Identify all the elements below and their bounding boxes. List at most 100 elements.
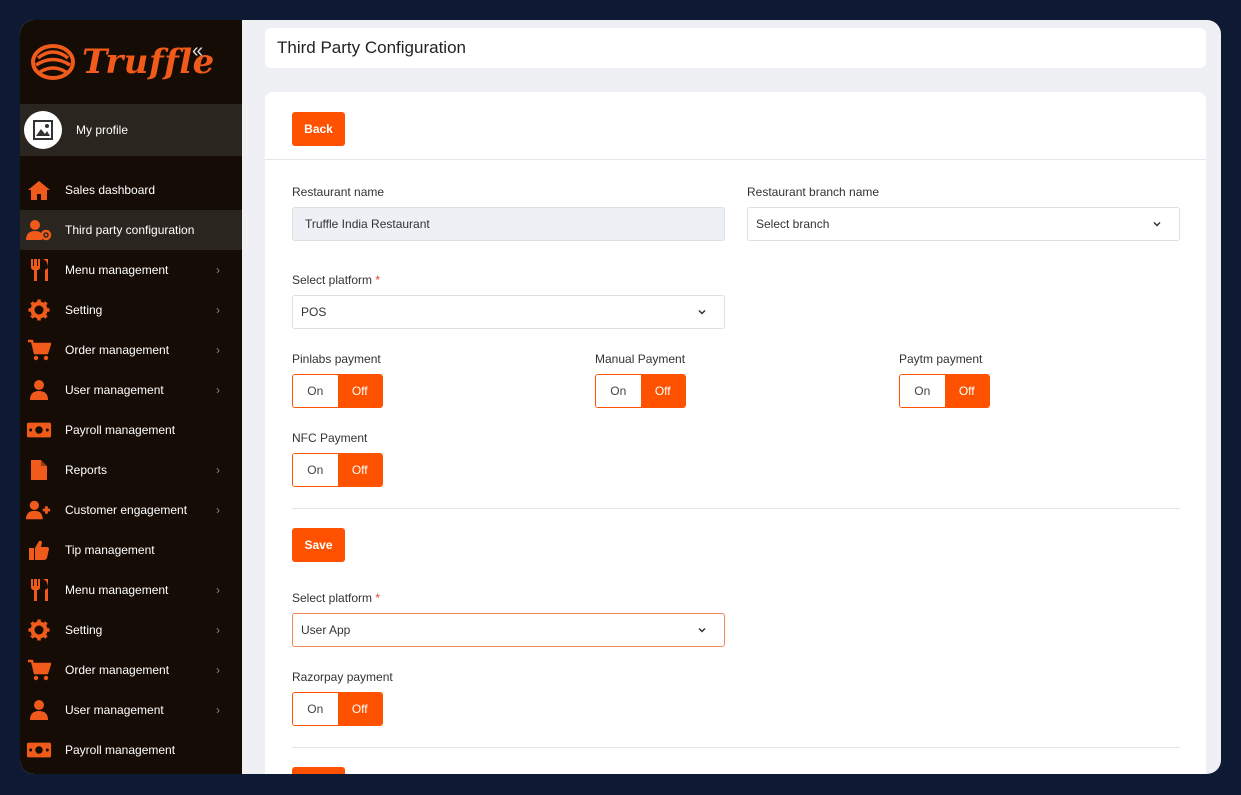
platform-label-text: Select platform xyxy=(292,273,373,287)
platform-value-2: User App xyxy=(301,623,351,637)
sidebar-item-payroll-management[interactable]: Payroll management xyxy=(20,730,242,770)
paytm-on-option[interactable]: On xyxy=(900,375,945,407)
manual-payment-label: Manual Payment xyxy=(595,352,686,366)
config-card: Back Restaurant name Truffle India Resta… xyxy=(265,92,1206,774)
platform-label-2: Select platform * xyxy=(292,591,380,605)
branch-select[interactable]: Select branch xyxy=(747,207,1180,241)
user-gear-icon xyxy=(26,218,52,242)
manual-on-option[interactable]: On xyxy=(596,375,641,407)
sidebar-item-label: Setting xyxy=(65,623,103,637)
chevron-right-icon: › xyxy=(216,583,220,597)
razorpay-on-option[interactable]: On xyxy=(293,693,338,725)
sidebar-item-order-management[interactable]: Order management › xyxy=(20,650,242,690)
user-plus-icon xyxy=(26,498,52,522)
sidebar-item-label: Payroll management xyxy=(65,743,176,757)
chevron-right-icon: › xyxy=(216,343,220,357)
platform-select-pos[interactable]: POS xyxy=(292,295,725,329)
sidebar-item-label: Order management xyxy=(65,343,170,357)
sidebar-item-menu-management[interactable]: Menu management › xyxy=(20,570,242,610)
platform-label-2-text: Select platform xyxy=(292,591,373,605)
pinlabs-off-option[interactable]: Off xyxy=(337,375,382,407)
chevron-down-icon xyxy=(1153,221,1161,227)
utensils-icon xyxy=(26,578,52,602)
sidebar-item-payroll-management[interactable]: Payroll management xyxy=(20,410,242,450)
sidebar-item-user-management[interactable]: User management › xyxy=(20,690,242,730)
logo: Truffle « xyxy=(20,20,242,104)
pinlabs-on-option[interactable]: On xyxy=(293,375,338,407)
sidebar-item-label: Third party configuration xyxy=(65,223,195,237)
nfc-label: NFC Payment xyxy=(292,431,368,445)
save-button-2[interactable] xyxy=(292,767,345,774)
sidebar-item-label: Reports xyxy=(65,463,108,477)
page-title: Third Party Configuration xyxy=(277,38,466,57)
restaurant-name-input[interactable]: Truffle India Restaurant xyxy=(292,207,725,241)
sidebar-item-setting[interactable]: Setting › xyxy=(20,610,242,650)
sidebar-item-order-management[interactable]: Order management › xyxy=(20,330,242,370)
chevron-right-icon: › xyxy=(216,623,220,637)
chevron-right-icon: › xyxy=(216,703,220,717)
paytm-label: Paytm payment xyxy=(899,352,983,366)
sidebar-item-label: Menu management xyxy=(65,583,169,597)
paytm-toggle: On Off xyxy=(899,374,990,408)
nfc-on-option[interactable]: On xyxy=(293,454,338,486)
gear-icon xyxy=(26,298,52,322)
required-mark: * xyxy=(375,273,381,287)
chevron-right-icon: › xyxy=(216,263,220,277)
gear-icon xyxy=(26,618,52,642)
pinlabs-toggle: On Off xyxy=(292,374,383,408)
chevron-right-icon: › xyxy=(216,663,220,677)
home-icon xyxy=(26,178,52,202)
branch-label: Restaurant branch name xyxy=(747,185,880,199)
platform-value: POS xyxy=(301,305,327,319)
razorpay-off-option[interactable]: Off xyxy=(337,693,382,725)
chevron-right-icon: › xyxy=(216,463,220,477)
file-icon xyxy=(26,458,52,482)
manual-payment-toggle: On Off xyxy=(595,374,686,408)
nfc-off-option[interactable]: Off xyxy=(337,454,382,486)
header-divider xyxy=(265,159,1206,160)
collapse-sidebar-icon[interactable]: « xyxy=(192,40,203,63)
platform-label: Select platform * xyxy=(292,273,380,287)
sidebar-item-label: Order management xyxy=(65,663,170,677)
user-icon xyxy=(26,698,52,722)
sidebar-item-label: Payroll management xyxy=(65,423,176,437)
sidebar-item-label: Customer engagement xyxy=(65,503,188,517)
sidebar-item-third-party-configuration[interactable]: Third party configuration xyxy=(20,210,242,250)
sidebar-item-label: Tip management xyxy=(65,543,155,557)
chevron-right-icon: › xyxy=(216,383,220,397)
money-icon xyxy=(26,738,52,762)
section-divider-2 xyxy=(292,747,1180,748)
section-divider xyxy=(292,508,1180,509)
sidebar-item-sales-dashboard[interactable]: Sales dashboard xyxy=(20,170,242,210)
razorpay-label: Razorpay payment xyxy=(292,670,393,684)
image-placeholder-icon xyxy=(33,120,53,140)
sidebar-item-user-management[interactable]: User management › xyxy=(20,370,242,410)
branch-value: Select branch xyxy=(756,217,830,231)
required-mark: * xyxy=(375,591,381,605)
user-icon xyxy=(26,378,52,402)
sidebar-item-menu-management[interactable]: Menu management › xyxy=(20,250,242,290)
sidebar-item-label: User management xyxy=(65,703,164,717)
utensils-icon xyxy=(26,258,52,282)
restaurant-name-value: Truffle India Restaurant xyxy=(305,217,430,231)
paytm-off-option[interactable]: Off xyxy=(944,375,989,407)
sidebar-item-reports[interactable]: Reports › xyxy=(20,450,242,490)
money-icon xyxy=(26,418,52,442)
cart-icon xyxy=(26,658,52,682)
sidebar-item-tip-management[interactable]: Tip management xyxy=(20,530,242,570)
profile-item[interactable]: My profile xyxy=(20,104,242,156)
sidebar-item-label: Menu management xyxy=(65,263,169,277)
cart-icon xyxy=(26,338,52,362)
platform-select-user-app[interactable]: User App xyxy=(292,613,725,647)
sidebar: Truffle « My profile Sales dashboard Thir… xyxy=(20,20,242,774)
save-button[interactable]: Save xyxy=(292,528,345,562)
back-button[interactable]: Back xyxy=(292,112,345,146)
main-content: Third Party Configuration Back Restauran… xyxy=(242,20,1221,774)
sidebar-item-customer-engagement[interactable]: Customer engagement › xyxy=(20,490,242,530)
restaurant-name-label: Restaurant name xyxy=(292,185,385,199)
sidebar-item-label: Setting xyxy=(65,303,103,317)
chevron-down-icon xyxy=(698,627,706,633)
manual-off-option[interactable]: Off xyxy=(640,375,685,407)
sidebar-item-setting[interactable]: Setting › xyxy=(20,290,242,330)
chevron-down-icon xyxy=(698,309,706,315)
